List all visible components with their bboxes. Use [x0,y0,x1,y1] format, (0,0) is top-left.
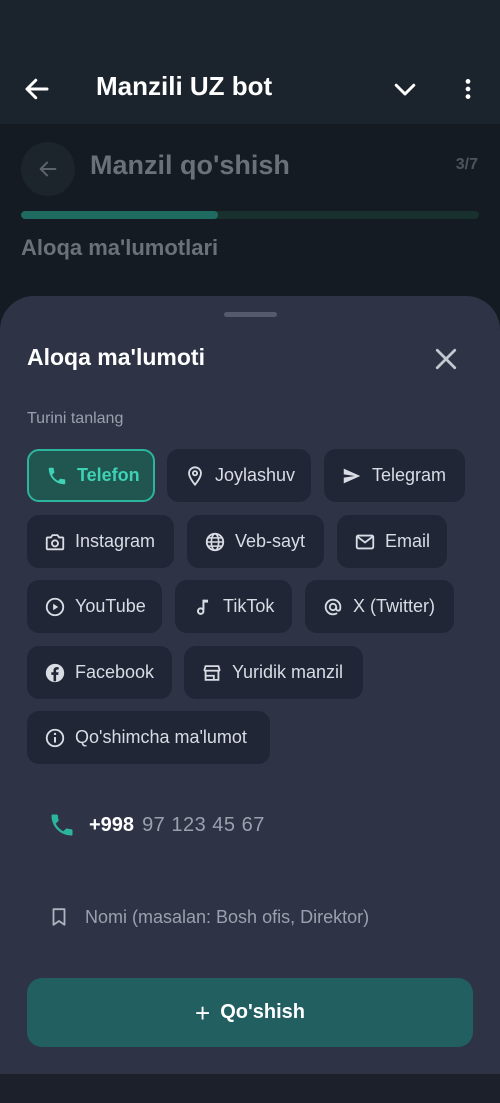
more-vertical-icon[interactable] [455,74,481,104]
add-button[interactable]: + Qo'shish [27,978,473,1047]
mail-icon [355,534,375,549]
system-nav-bar [0,1074,500,1103]
page-background: Manzil qo'shish 3/7 Aloqa ma'lumotlari [0,124,500,324]
section-subtitle: Aloqa ma'lumotlari [21,235,219,260]
info-icon [45,728,65,747]
phone-icon [51,814,73,836]
chip-label: Email [385,531,431,551]
phone-input[interactable]: +998 97 123 45 67 [48,808,265,842]
app-title: Manzili UZ bot [96,71,273,101]
type-hint: Turini tanlang [27,410,124,427]
chip-label: TikTok [223,596,275,616]
chip-telefon[interactable]: Telefon [27,449,155,502]
chip-label: Yuridik manzil [232,662,344,682]
sheet-title: Aloqa ma'lumoti [27,344,205,370]
plus-icon: + [195,997,211,1028]
arrow-left-icon [39,161,57,177]
chip-label: Facebook [75,662,155,682]
phone-placeholder: 97 123 45 67 [142,813,265,836]
progress-bar [21,211,479,219]
camera-icon [45,533,65,550]
chip-label: Telefon [77,465,140,485]
chip-label: Telegram [372,465,447,485]
name-placeholder: Nomi (masalan: Bosh ofis, Direktor) [85,906,370,927]
chip-label: Joylashuv [215,465,296,485]
storefront-icon [203,664,221,681]
send-icon [343,468,361,483]
chip-label: Instagram [75,531,156,551]
chip-telegram[interactable]: Telegram [324,449,465,502]
at-sign-icon [324,598,342,615]
close-icon[interactable] [431,344,461,374]
location-pin-icon [188,465,202,486]
chevron-down-icon[interactable] [390,74,420,104]
add-button-label: Qo'shish [220,1001,305,1023]
globe-icon [205,532,225,551]
page-title: Manzil qo'shish [90,150,290,180]
chip-label: X (Twitter) [353,596,436,616]
sheet-drag-handle[interactable] [224,312,277,317]
chip-facebook[interactable]: Facebook [27,646,172,699]
chip-label: YouTube [75,596,146,616]
music-note-icon [196,599,209,615]
chip-youtube[interactable]: YouTube [27,580,162,633]
chip-x-twitter[interactable]: X (Twitter) [305,580,454,633]
facebook-icon [45,663,65,682]
chip-instagram[interactable]: Instagram [27,515,174,568]
name-input[interactable]: Nomi (masalan: Bosh ofis, Direktor) [48,902,369,932]
chip-email[interactable]: Email [337,515,447,568]
step-counter: 3/7 [455,156,478,173]
chip-label: Veb-sayt [235,531,306,551]
arrow-left-icon[interactable] [22,74,52,104]
chip-tiktok[interactable]: TikTok [175,580,292,633]
chip-qoshimcha-malumot[interactable]: Qo'shimcha ma'lumot [27,711,270,764]
chip-label: Qo'shimcha ma'lumot [75,727,247,747]
play-circle-icon [45,597,65,616]
phone-icon [48,467,66,484]
progress-fill [21,211,218,219]
bookmark-icon [52,908,66,926]
chip-yuridik-manzil[interactable]: Yuridik manzil [184,646,363,699]
bottom-sheet: Aloqa ma'lumoti Turini tanlang Telefon J… [0,296,500,1074]
page-back-button[interactable] [21,142,75,196]
app-bar: Manzili UZ bot [0,50,500,124]
chip-veb-sayt[interactable]: Veb-sayt [187,515,324,568]
status-bar [0,0,500,50]
country-code: +998 [89,813,135,836]
chip-joylashuv[interactable]: Joylashuv [167,449,311,502]
